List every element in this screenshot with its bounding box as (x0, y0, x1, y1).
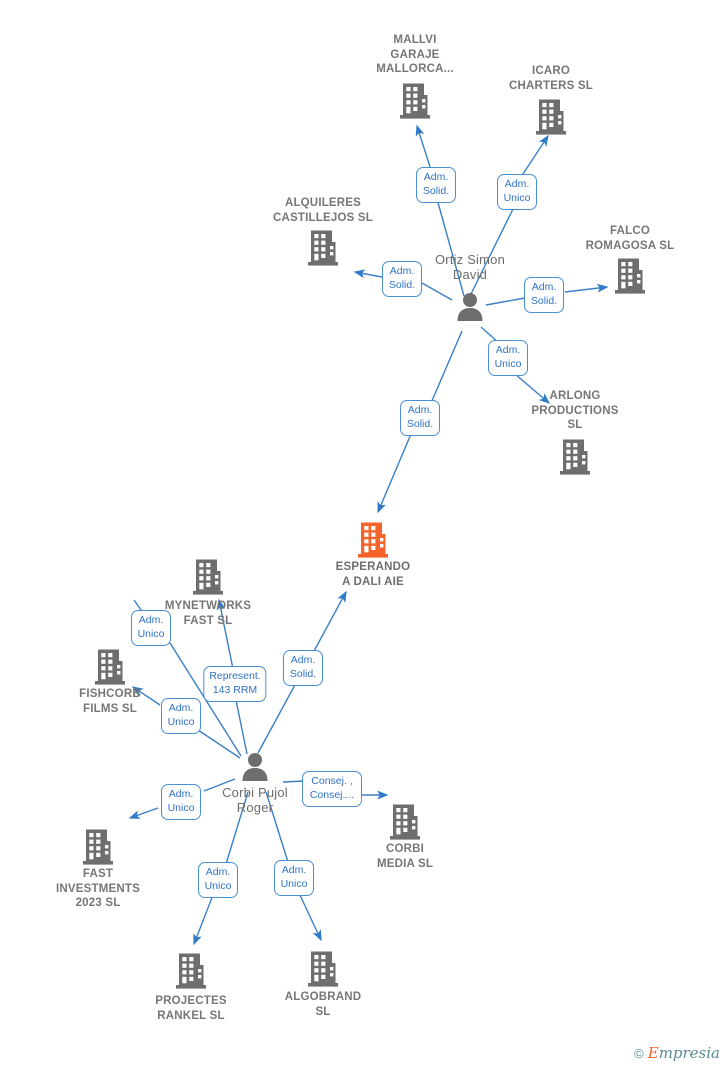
person-icon-ortiz[interactable] (456, 292, 484, 322)
graph-canvas: MALLVI GARAJE MALLORCA... ICARO CHARTERS … (0, 0, 728, 1070)
building-icon-fishcorb[interactable] (93, 648, 127, 686)
node-label-alquileres: ALQUILERES CASTILLEJOS SL (273, 197, 373, 224)
e-corbi-esperando-b (312, 590, 347, 654)
building-icon-mallvi[interactable] (398, 82, 432, 120)
e-corbi-projectes-b (193, 894, 214, 946)
graph-node-algobrand[interactable]: ALGOBRAND SL (253, 990, 393, 1019)
person-icon-corbi_person[interactable] (241, 752, 269, 782)
node-label-fishcorb: FISHCORB FILMS SL (79, 688, 141, 715)
building-icon-arlong[interactable] (558, 438, 592, 476)
e-ortiz-icaro-b (520, 134, 549, 178)
building-icon-esperando[interactable] (356, 521, 390, 559)
e-ortiz-esperando-a (430, 330, 463, 404)
graph-node-alquileres[interactable]: ALQUILERES CASTILLEJOS SL (253, 196, 393, 225)
copyright-icon: © (634, 1045, 644, 1061)
lbl-corbi-represent[interactable]: Represent. 143 RRM (203, 666, 267, 702)
e-ortiz-alquileres-b (353, 269, 383, 279)
graph-node-corbi_media[interactable]: CORBI MEDIA SL (335, 842, 475, 871)
graph-node-falco[interactable]: FALCO ROMAGOSA SL (560, 224, 700, 253)
e-corbi-fastinv-b (128, 807, 159, 819)
lbl-ortiz-arlong[interactable]: Adm. Unico (488, 340, 528, 376)
e-ortiz-falco-a (485, 297, 526, 306)
node-label-algobrand: ALGOBRAND SL (284, 991, 362, 1018)
graph-node-fishcorb[interactable]: FISHCORB FILMS SL (40, 687, 180, 716)
graph-node-icaro[interactable]: ICARO CHARTERS SL (481, 64, 621, 93)
e-ortiz-esperando-b (377, 433, 412, 514)
node-label-fast_inv: FAST INVESTMENTS 2023 SL (56, 868, 140, 909)
brand-initial: E (647, 1044, 659, 1062)
e-ortiz-mallvi-b (415, 124, 432, 171)
node-label-falco: FALCO ROMAGOSA SL (585, 225, 675, 252)
building-icon-algobrand[interactable] (306, 950, 340, 988)
e-ortiz-falco-b (564, 283, 609, 293)
graph-node-fast_inv[interactable]: FAST INVESTMENTS 2023 SL (28, 867, 168, 911)
lbl-ortiz-falco[interactable]: Adm. Solid. (524, 277, 564, 313)
node-label-corbi_media: CORBI MEDIA SL (376, 843, 434, 870)
building-icon-fast_inv[interactable] (81, 828, 115, 866)
node-label-esperando: ESPERANDO A DALI AIE (335, 561, 411, 588)
building-icon-mynetworks[interactable] (191, 558, 225, 596)
building-icon-alquileres[interactable] (306, 229, 340, 267)
lbl-ortiz-icaro[interactable]: Adm. Unico (497, 174, 537, 210)
brand-rest: mpresia (658, 1044, 720, 1062)
node-label-mallvi: MALLVI GARAJE MALLORCA... (376, 34, 454, 75)
graph-node-arlong[interactable]: ARLONG PRODUCTIONS SL (505, 389, 645, 433)
e-corbi-represent (235, 699, 248, 755)
node-label-projectes: PROJECTES RANKEL SL (155, 995, 227, 1022)
lbl-corbi-fastinv[interactable]: Adm. Unico (161, 784, 201, 820)
graph-node-esperando[interactable]: ESPERANDO A DALI AIE (303, 560, 443, 589)
graph-node-projectes[interactable]: PROJECTES RANKEL SL (121, 994, 261, 1023)
building-icon-projectes[interactable] (174, 952, 208, 990)
watermark-empresia: © Empresia (634, 1044, 720, 1062)
e-corbi-fishcorb-a (197, 729, 241, 759)
lbl-corbi-fishcorb[interactable]: Adm. Unico (161, 698, 201, 734)
node-label-icaro: ICARO CHARTERS SL (509, 65, 593, 92)
building-icon-falco[interactable] (613, 257, 647, 295)
e-corbi-algobrand-b (298, 892, 322, 942)
brand-name: Empresia (648, 1044, 720, 1062)
node-label-arlong: ARLONG PRODUCTIONS SL (531, 390, 619, 431)
lbl-ortiz-alquileres[interactable]: Adm. Solid. (382, 261, 422, 297)
lbl-corbi-algobrand[interactable]: Adm. Unico (274, 860, 314, 896)
lbl-ortiz-mallvi[interactable]: Adm. Solid. (416, 167, 456, 203)
building-icon-icaro[interactable] (534, 98, 568, 136)
lbl-corbi-esperando[interactable]: Adm. Solid. (283, 650, 323, 686)
lbl-ortiz-esperando[interactable]: Adm. Solid. (400, 400, 440, 436)
lbl-corbi-corbimedia[interactable]: Consej. , Consej.... (302, 771, 362, 807)
graph-node-mallvi[interactable]: MALLVI GARAJE MALLORCA... (345, 33, 485, 77)
lbl-corbi-mynetworks[interactable]: Adm. Unico (131, 610, 171, 646)
building-icon-corbi_media[interactable] (388, 803, 422, 841)
lbl-corbi-projectes[interactable]: Adm. Unico (198, 862, 238, 898)
e-ortiz-alquileres-a (421, 282, 453, 301)
